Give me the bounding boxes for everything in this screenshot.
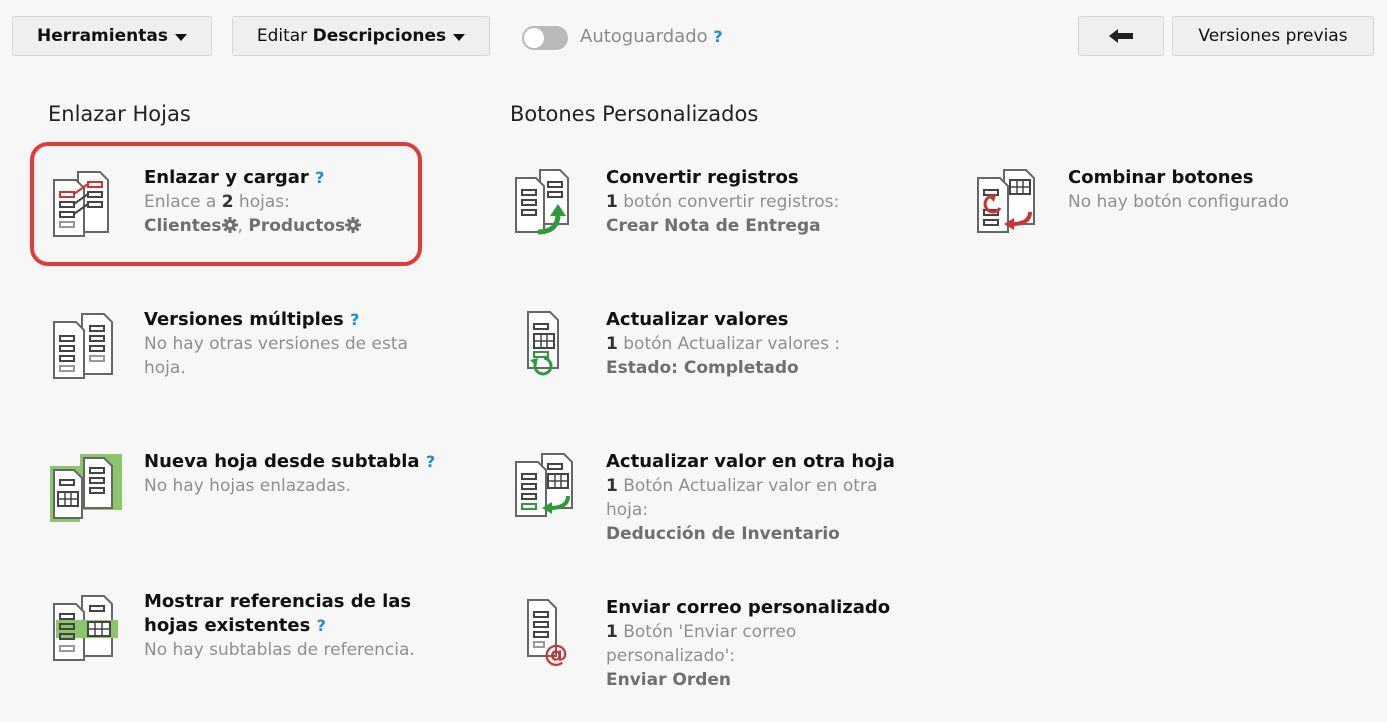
item-value: Enviar Orden (606, 670, 732, 690)
sheet-link-productos[interactable]: Productos (248, 216, 345, 236)
multiple-versions-icon (53, 313, 113, 379)
desc-suffix: hojas: (233, 192, 290, 212)
caret-down-icon (453, 33, 466, 41)
item-count: 1 (606, 192, 618, 212)
item-title: Enlazar y cargar (144, 167, 309, 188)
edit-descriptions-button[interactable]: Editar Descripciones (232, 16, 490, 56)
tools-dropdown-button[interactable]: Herramientas (12, 16, 212, 56)
item-value: Crear Nota de Entrega (606, 216, 821, 236)
separator: , (237, 216, 249, 236)
show-references-icon (53, 595, 118, 661)
item-title: Enviar correo personalizado (606, 597, 891, 618)
item-desc: botón Actualizar valores : (617, 334, 841, 354)
help-icon[interactable]: ? (426, 452, 435, 471)
item-count: 1 (606, 334, 618, 354)
update-values-icon (527, 311, 559, 376)
item-title: Versiones múltiples (144, 309, 344, 330)
arrow-left-icon (1109, 29, 1133, 43)
item-desc: No hay subtablas de referencia. (144, 640, 415, 660)
link-sheets-icon (53, 171, 109, 237)
toolbar: Herramientas Editar Descripciones Autogu… (0, 0, 1387, 58)
section-title-link-sheets: Enlazar Hojas (48, 102, 191, 126)
previous-versions-label: Versiones previas (1198, 26, 1348, 46)
tools-label: Herramientas (37, 26, 168, 46)
edit-bold: Descripciones (312, 26, 447, 46)
help-icon[interactable]: ? (317, 616, 326, 635)
autosave-toggle[interactable] (522, 26, 568, 50)
edit-prefix: Editar (256, 26, 308, 46)
autosave-label: Autoguardado ? (580, 26, 723, 47)
item-desc: Botón Actualizar valor en otra hoja: (606, 476, 878, 520)
email-icon: @ (527, 599, 568, 668)
autosave-help-icon[interactable]: ? (713, 27, 722, 46)
item-desc: botón convertir registros: (617, 192, 840, 212)
help-icon[interactable]: ? (315, 168, 324, 187)
back-button[interactable] (1078, 16, 1164, 56)
item-title: Actualizar valores (606, 309, 789, 330)
item-desc: No hay botón configurado (1068, 192, 1290, 212)
sheet-link-clientes[interactable]: Clientes (144, 216, 222, 236)
combine-buttons-icon (977, 169, 1035, 233)
sheet-count: 2 (221, 192, 234, 212)
item-value: Deducción de Inventario (606, 524, 840, 544)
item-value: Estado: Completado (606, 358, 799, 378)
item-title: Nueva hoja desde subtabla (144, 451, 420, 472)
item-title: Mostrar referencias de las hojas existen… (144, 591, 412, 636)
item-desc: Botón 'Enviar correo personalizado': (606, 622, 797, 666)
previous-versions-button[interactable]: Versiones previas (1172, 16, 1374, 56)
item-title: Combinar botones (1068, 167, 1254, 188)
item-title: Actualizar valor en otra hoja (606, 451, 895, 472)
item-count: 1 (606, 476, 618, 496)
section-title-custom-buttons: Botones Personalizados (510, 102, 759, 126)
update-other-sheet-icon (515, 453, 573, 517)
item-desc: No hay hojas enlazadas. (144, 476, 351, 496)
new-sheet-subtable-icon (50, 454, 122, 522)
gear-icon[interactable] (345, 217, 362, 233)
item-desc: No hay otras versiones de esta hoja. (144, 334, 408, 378)
item-count: 1 (606, 622, 618, 642)
help-icon[interactable]: ? (350, 310, 359, 329)
item-title: Convertir registros (606, 167, 799, 188)
gear-icon[interactable] (221, 217, 238, 233)
convert-records-icon (515, 169, 569, 235)
svg-text:@: @ (544, 640, 568, 668)
autosave-text: Autoguardado (580, 26, 708, 47)
caret-down-icon (174, 33, 187, 41)
desc-prefix: Enlace a (144, 192, 222, 212)
